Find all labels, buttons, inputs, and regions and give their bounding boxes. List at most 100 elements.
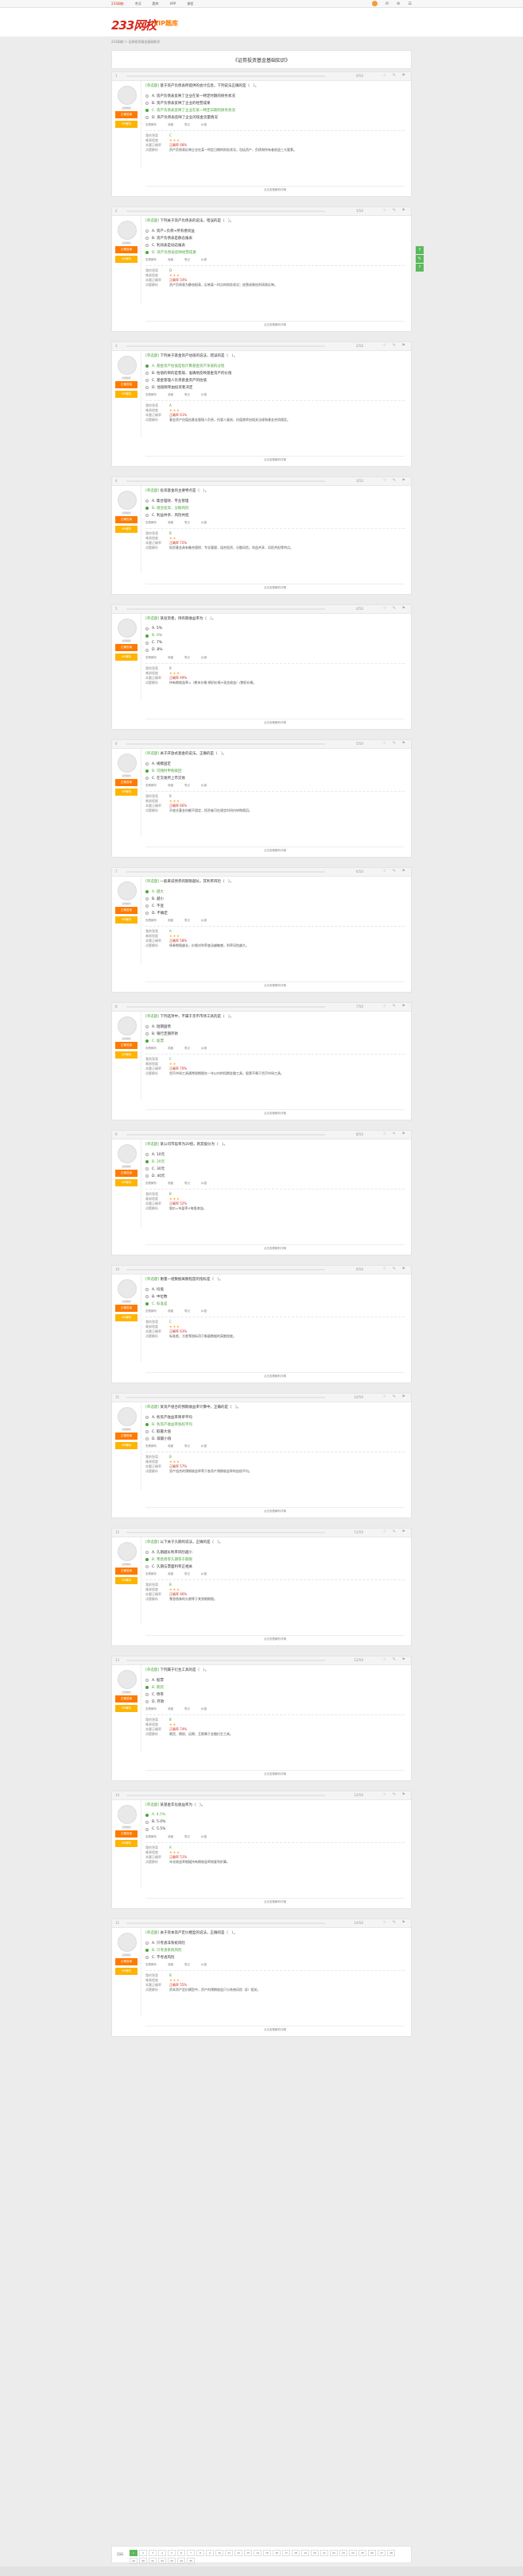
- page-number[interactable]: 9: [206, 2550, 214, 2556]
- page-number[interactable]: 21: [320, 2550, 328, 2556]
- option-item[interactable]: A. 10元: [145, 1151, 405, 1158]
- answer-badge[interactable]: 正确答案: [115, 1830, 138, 1838]
- note-link[interactable]: 笔记: [184, 258, 190, 262]
- option-item[interactable]: C. 不考虑风险: [145, 1953, 405, 1961]
- option-item[interactable]: B. 20元: [145, 1158, 405, 1165]
- radio-icon[interactable]: [145, 1174, 149, 1178]
- header-tools[interactable]: ☆ ✎ ⚑: [383, 1132, 408, 1136]
- note-link[interactable]: 笔记: [184, 1572, 190, 1576]
- option-item[interactable]: C. 利润表是动态报表: [145, 241, 405, 249]
- note-link[interactable]: 笔记: [184, 1963, 190, 1967]
- option-item[interactable]: A. 越大: [145, 888, 405, 895]
- top-link-4[interactable]: 课程: [187, 2, 193, 6]
- radio-icon[interactable]: [145, 1550, 149, 1554]
- error-link[interactable]: 纠错: [201, 1707, 207, 1711]
- option-item[interactable]: B. 5.0%: [145, 1818, 405, 1826]
- view-analysis-link[interactable]: 查看解析: [145, 1707, 157, 1711]
- option-item[interactable]: A. 5%: [145, 625, 405, 632]
- view-analysis-link[interactable]: 查看解析: [145, 1309, 157, 1313]
- error-link[interactable]: 纠错: [201, 258, 207, 262]
- header-tools[interactable]: ☆ ✎ ⚑: [383, 73, 408, 78]
- radio-icon[interactable]: [145, 889, 149, 893]
- error-link[interactable]: 纠错: [201, 1572, 207, 1576]
- radio-icon[interactable]: [145, 1032, 149, 1035]
- side-tool-1-icon[interactable]: ✎: [416, 255, 424, 263]
- vip-badge[interactable]: VIP解析: [115, 1442, 138, 1449]
- more-analysis-button[interactable]: 点击查看解析详情: [145, 1109, 405, 1116]
- collect-link[interactable]: 收藏: [168, 1963, 173, 1967]
- radio-icon[interactable]: [145, 1415, 149, 1419]
- top-link-2[interactable]: 题库: [153, 2, 159, 6]
- top-link-1[interactable]: 考试: [135, 2, 141, 6]
- more-analysis-button[interactable]: 点击查看解析详情: [145, 1635, 405, 1642]
- side-tool-0-icon[interactable]: ↑: [416, 246, 424, 254]
- option-item[interactable]: B. 资产负债表反映了企业的经营成果: [145, 99, 405, 106]
- option-item[interactable]: A. 短期国债: [145, 1023, 405, 1030]
- error-link[interactable]: 纠错: [201, 123, 207, 127]
- option-item[interactable]: A. 集合理财、专业管理: [145, 497, 405, 504]
- view-analysis-link[interactable]: 查看解析: [145, 919, 157, 923]
- option-item[interactable]: B. 越小: [145, 895, 405, 902]
- collect-link[interactable]: 收藏: [168, 123, 173, 127]
- radio-icon[interactable]: [145, 94, 149, 98]
- option-item[interactable]: D. 40元: [145, 1172, 405, 1179]
- option-item[interactable]: A. 规模固定: [145, 760, 405, 767]
- radio-icon[interactable]: [145, 1429, 149, 1433]
- collect-link[interactable]: 收藏: [168, 656, 173, 660]
- page-number[interactable]: 25: [358, 2550, 366, 2556]
- radio-icon[interactable]: [145, 1948, 149, 1952]
- radio-icon[interactable]: [145, 499, 149, 503]
- radio-icon[interactable]: [145, 385, 149, 389]
- option-item[interactable]: B. 银行定期存款: [145, 1030, 405, 1037]
- more-analysis-button[interactable]: 点击查看解析详情: [145, 321, 405, 328]
- view-analysis-link[interactable]: 查看解析: [145, 393, 157, 397]
- answer-badge[interactable]: 正确答案: [115, 1042, 138, 1049]
- vip-badge[interactable]: VIP解析: [115, 1840, 138, 1847]
- note-link[interactable]: 笔记: [184, 1444, 190, 1448]
- header-tools[interactable]: ☆ ✎ ⚑: [383, 606, 408, 611]
- option-item[interactable]: A. 资产负债表反映了企业在某一特定时期的财务状况: [145, 92, 405, 99]
- radio-icon[interactable]: [145, 371, 149, 375]
- vip-badge[interactable]: VIP解析: [115, 1705, 138, 1712]
- radio-icon[interactable]: [145, 364, 149, 368]
- radio-icon[interactable]: [145, 1820, 149, 1824]
- view-analysis-link[interactable]: 查看解析: [145, 1835, 157, 1839]
- option-item[interactable]: B. 各资产收益率加权平均: [145, 1421, 405, 1428]
- page-number[interactable]: 23: [339, 2550, 347, 2556]
- option-item[interactable]: C. 股票: [145, 1037, 405, 1044]
- option-item[interactable]: C. 利益共享、风险共担: [145, 511, 405, 519]
- option-item[interactable]: C. 基金管理人负责基金资产的估值: [145, 376, 405, 384]
- option-item[interactable]: D. 资产负债表反映了企业的现金流量情况: [145, 114, 405, 121]
- option-item[interactable]: C. 在交易所上市交易: [145, 774, 405, 781]
- site-logo[interactable]: 233网校: [111, 17, 157, 33]
- note-link[interactable]: 笔记: [184, 1182, 190, 1186]
- radio-icon[interactable]: [145, 1557, 149, 1561]
- radio-icon[interactable]: [145, 1692, 149, 1696]
- radio-icon[interactable]: [145, 1436, 149, 1440]
- error-link[interactable]: 纠错: [201, 393, 207, 397]
- option-item[interactable]: B. 只考虑系统风险: [145, 1946, 405, 1953]
- more-analysis-button[interactable]: 点击查看解析详情: [145, 1244, 405, 1251]
- answer-badge[interactable]: 正确答案: [115, 907, 138, 914]
- radio-icon[interactable]: [145, 627, 149, 631]
- more-analysis-button[interactable]: 点击查看解析详情: [145, 1372, 405, 1379]
- page-number[interactable]: 20: [311, 2550, 319, 2556]
- radio-icon[interactable]: [145, 769, 149, 773]
- vip-badge[interactable]: VIP解析: [115, 256, 138, 263]
- page-number[interactable]: 12: [234, 2550, 242, 2556]
- note-link[interactable]: 笔记: [184, 123, 190, 127]
- radio-icon[interactable]: [145, 1301, 149, 1305]
- view-analysis-link[interactable]: 查看解析: [145, 123, 157, 127]
- note-link[interactable]: 笔记: [184, 784, 190, 788]
- page-number[interactable]: 27: [378, 2550, 385, 2556]
- more-analysis-button[interactable]: 点击查看解析详情: [145, 584, 405, 591]
- page-number[interactable]: 1: [130, 2550, 138, 2556]
- option-item[interactable]: C. 5.5%: [145, 1826, 405, 1833]
- option-item[interactable]: D. 取最小值: [145, 1435, 405, 1442]
- header-tools[interactable]: ☆ ✎ ⚑: [383, 1394, 408, 1399]
- option-item[interactable]: A. 只考虑非系统风险: [145, 1939, 405, 1946]
- option-item[interactable]: A. 均值: [145, 1286, 405, 1293]
- page-number[interactable]: 11: [225, 2550, 233, 2556]
- error-link[interactable]: 纠错: [201, 784, 207, 788]
- option-item[interactable]: A. 4.5%: [145, 1811, 405, 1818]
